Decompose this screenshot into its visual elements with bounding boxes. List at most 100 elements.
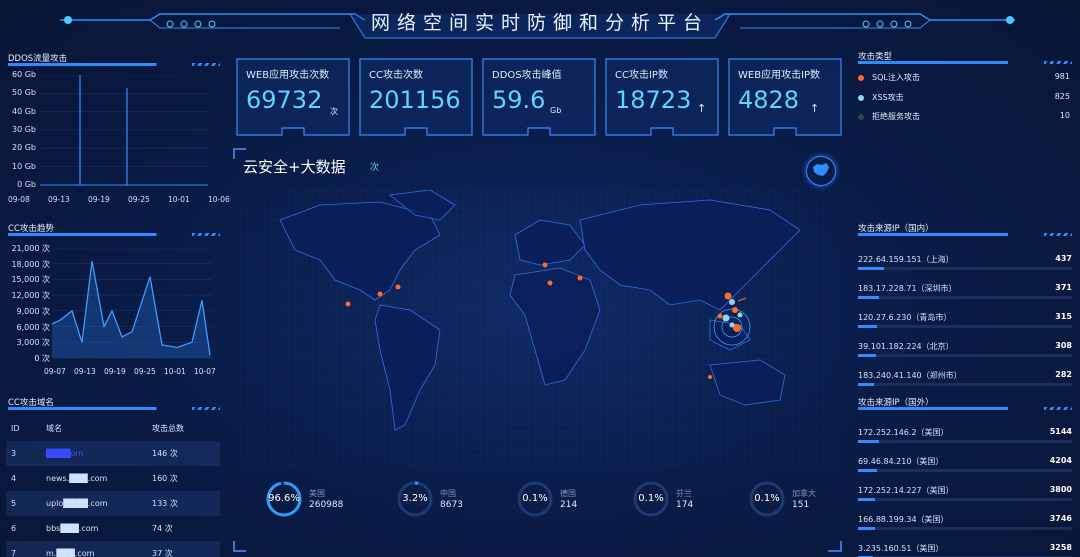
stat-value: 201156 — [369, 86, 461, 114]
table-row[interactable]: 4 news.███.com 160 次 — [6, 466, 220, 491]
table-row[interactable]: 3 ████om 146 次 — [6, 441, 220, 466]
ring-count: 214 — [560, 500, 578, 510]
ddos-chart — [40, 75, 208, 186]
ip-label: 39.101.182.224（北京） — [858, 342, 954, 351]
china-map-icon[interactable] — [806, 156, 836, 186]
ip-row[interactable]: 183.17.228.71（深圳市） 371 — [858, 283, 1072, 303]
row-domain: m.███.com — [46, 549, 95, 557]
cc-y-tick: 9,000 次 — [16, 306, 50, 316]
header: 网络空间实时防御和分析平台 — [0, 0, 1080, 44]
ddos-y-tick: 10 Gb — [12, 161, 36, 171]
domestic-ip-underline — [858, 233, 1072, 236]
ip-progress-fill — [858, 267, 884, 270]
ip-progress-bar — [858, 325, 1072, 328]
attack-markers — [345, 262, 751, 379]
ip-row[interactable]: 120.27.6.230（青岛市） 315 — [858, 312, 1072, 332]
row-id: 5 — [11, 499, 17, 508]
ip-row[interactable]: 166.88.199.34（美国） 3746 — [858, 514, 1072, 534]
stat-ddos-peak: DDOS攻击峰值 59.6 Gb — [480, 56, 598, 138]
ip-count: 3800 — [1049, 485, 1072, 494]
table-header: ID 域名 攻击总数 — [6, 416, 220, 441]
table-row[interactable]: 5 uplo████.com 133 次 — [6, 491, 220, 516]
cc-title-underline — [8, 233, 220, 236]
stat-label: DDOS攻击峰值 — [492, 70, 562, 81]
ip-row[interactable]: 69.46.84.210（美国） 4204 — [858, 456, 1072, 476]
ip-progress-fill — [858, 325, 878, 328]
cc-x-tick: 09-07 — [44, 367, 66, 376]
column-header-id: ID — [11, 424, 20, 433]
stat-value: 18723 — [615, 86, 692, 114]
ring-country: 德国 — [560, 489, 576, 498]
stat-label: CC攻击次数 — [369, 70, 423, 81]
ip-count: 437 — [1055, 254, 1072, 263]
ip-progress-fill — [858, 296, 880, 299]
dos-legend-dot-icon — [858, 114, 864, 120]
row-domain: ████om — [46, 449, 84, 458]
ip-label: 222.64.159.151（上海） — [858, 255, 954, 264]
ip-progress-bar — [858, 383, 1072, 386]
ip-progress-fill — [858, 498, 876, 501]
attack-type-label: SQL注入攻击 — [872, 73, 920, 82]
ring-count: 174 — [676, 500, 694, 510]
ddos-x-tick: 09-08 — [8, 195, 30, 204]
attack-type-value: 825 — [1054, 92, 1070, 101]
table-row[interactable]: 7 m.███.com 37 次 — [6, 541, 220, 557]
stat-label: CC攻击IP数 — [615, 70, 668, 81]
ip-count: 282 — [1055, 370, 1072, 379]
stat-value: 4828 — [738, 86, 800, 114]
ip-row[interactable]: 172.252.146.2（美国） 5144 — [858, 427, 1072, 447]
ip-row[interactable]: 3.235.160.51（美国） 3258 — [858, 543, 1072, 557]
ip-progress-fill — [858, 354, 877, 357]
ip-row[interactable]: 222.64.159.151（上海） 437 — [858, 254, 1072, 274]
ring-country: 芬兰 — [676, 489, 692, 498]
ring-percent: 3.2% — [402, 493, 428, 504]
ddos-x-tick: 09-19 — [88, 195, 110, 204]
ip-label: 166.88.199.34（美国） — [858, 515, 949, 524]
stat-web-attacks: WEB应用攻击次数 69732 次 — [234, 56, 352, 138]
column-header-domain: 域名 — [46, 424, 62, 433]
ip-progress-fill — [858, 527, 876, 530]
cc-y-tick: 15,000 次 — [11, 275, 50, 285]
ip-count: 3258 — [1049, 543, 1072, 552]
ip-progress-bar — [858, 440, 1072, 443]
attack-types-underline — [858, 61, 1072, 64]
table-row[interactable]: 6 bbs███.com 74 次 — [6, 516, 220, 541]
ddos-y-tick: 30 Gb — [12, 124, 36, 134]
ring-percent: 0.1% — [638, 493, 664, 504]
ip-row[interactable]: 39.101.182.224（北京） 308 — [858, 341, 1072, 361]
ddos-y-tick: 50 Gb — [12, 88, 36, 98]
ring-percent: 96.6% — [268, 493, 300, 504]
ring-chart: 0.1% — [516, 480, 554, 518]
row-count: 74 次 — [152, 524, 173, 533]
ip-progress-bar — [858, 498, 1072, 501]
ring-chart: 96.6% — [265, 480, 303, 518]
cc-x-tick: 09-25 — [134, 367, 156, 376]
row-domain: news.███.com — [46, 474, 108, 483]
stat-label: WEB应用攻击次数 — [246, 70, 330, 81]
ip-label: 183.17.228.71（深圳市） — [858, 284, 957, 293]
ip-count: 4204 — [1049, 456, 1072, 465]
map-title: 云安全+大数据 — [243, 158, 346, 176]
ip-progress-bar — [858, 469, 1072, 472]
domain-table: ID 域名 攻击总数 3 ████om 146 次 4 news.███.com… — [6, 416, 220, 557]
row-count: 133 次 — [152, 499, 178, 508]
ring-country: 加拿大 — [792, 489, 816, 498]
dashboard: 网络空间实时防御和分析平台 DDOS流量攻击 60 Gb 50 Gb 40 Gb 30… — [0, 0, 1080, 557]
ddos-x-tick: 09-25 — [128, 195, 150, 204]
cc-area-fill — [52, 261, 210, 358]
stat-trend-up-icon: ↑ — [810, 102, 820, 115]
row-id: 3 — [11, 449, 17, 458]
page-title: 网络空间实时防御和分析平台 — [370, 12, 709, 34]
ip-progress-fill — [858, 469, 878, 472]
ip-row[interactable]: 183.240.41.140（郑州市） 282 — [858, 370, 1072, 390]
cc-x-tick: 10-01 — [164, 367, 186, 376]
ddos-y-tick: 40 Gb — [12, 106, 36, 116]
stat-web-ips: WEB应用攻击IP数 4828 ↑ — [726, 56, 844, 138]
ring-count: 260988 — [309, 500, 344, 510]
ip-progress-bar — [858, 354, 1072, 357]
ddos-y-tick: 20 Gb — [12, 143, 36, 153]
cc-x-tick: 09-13 — [74, 367, 96, 376]
ip-label: 172.252.146.2（美国） — [858, 428, 949, 437]
ip-row[interactable]: 172.252.14.227（美国） 3800 — [858, 485, 1072, 505]
foreign-ip-underline — [858, 407, 1072, 410]
